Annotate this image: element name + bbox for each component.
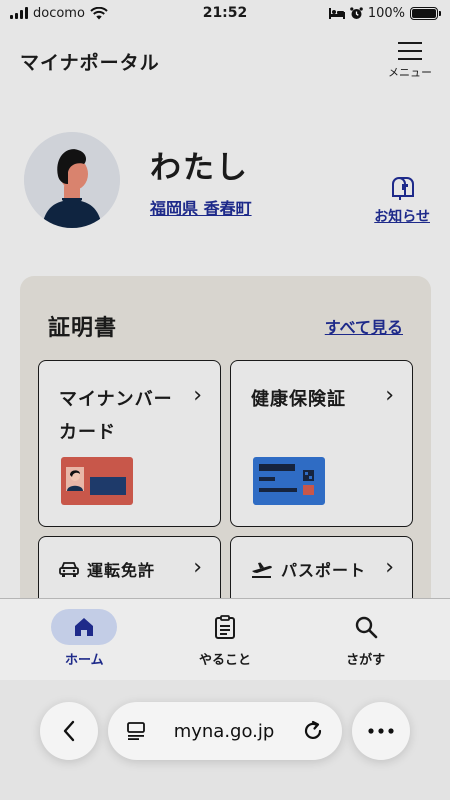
chevron-right-icon: ›: [193, 383, 202, 408]
signal-icon: [10, 7, 28, 19]
status-left: docomo: [10, 6, 108, 21]
chevron-right-icon: ›: [385, 383, 394, 408]
app-title: マイナポータル: [20, 51, 160, 74]
car-icon: [59, 562, 79, 577]
bottom-nav: ホーム やること さがす: [0, 598, 450, 680]
see-all-link[interactable]: すべて見る: [325, 314, 403, 338]
passport-label: パスポート: [281, 561, 367, 580]
region-link[interactable]: 福岡県 香春町: [150, 195, 252, 219]
mynumber-card-label-line2: カード: [59, 422, 116, 443]
health-insurance-card-icon: [253, 457, 325, 505]
search-icon: [355, 616, 377, 639]
nav-search[interactable]: さがす: [311, 599, 421, 680]
nav-todo[interactable]: やること: [170, 599, 280, 680]
notice-label: お知らせ: [374, 209, 430, 225]
mynumber-card-label: マイナンバー カード: [59, 383, 173, 449]
profile-info: わたし 福岡県 香春町: [150, 142, 374, 219]
mailbox-icon: [392, 177, 415, 200]
chevron-right-icon: ›: [193, 555, 202, 580]
avatar: [24, 132, 120, 228]
url-text[interactable]: myna.go.jp: [174, 721, 275, 742]
page-menu-icon[interactable]: [126, 722, 146, 740]
mynumber-card-icon: [61, 457, 133, 505]
health-insurance-tile[interactable]: 健康保険証 ›: [230, 360, 413, 527]
more-button[interactable]: [352, 702, 410, 760]
back-button[interactable]: [40, 702, 98, 760]
hamburger-icon: [398, 42, 422, 60]
nav-home-label: ホーム: [65, 653, 104, 668]
battery-fill: [412, 8, 436, 18]
clipboard-icon: [214, 615, 235, 639]
nav-search-icon-wrap: [333, 609, 399, 645]
certificates-header: 証明書 すべて見る: [48, 310, 403, 342]
certificates-title: 証明書: [48, 316, 118, 341]
nav-search-label: さがす: [346, 653, 386, 668]
avatar-illustration: [24, 132, 120, 228]
health-insurance-label: 健康保険証: [251, 389, 346, 410]
chevron-right-icon: ›: [385, 555, 394, 580]
nav-todo-label: やること: [198, 653, 251, 668]
chevron-left-icon: [63, 720, 75, 742]
more-dots-icon: [368, 728, 394, 734]
nav-home-icon-wrap: [51, 609, 118, 645]
browser-toolbar: myna.go.jp: [0, 680, 450, 800]
reload-icon[interactable]: [302, 720, 324, 742]
nav-todo-icon-wrap: [192, 609, 258, 645]
profile-section: わたし 福岡県 香春町 お知らせ: [24, 130, 430, 230]
battery-percent: 100%: [367, 5, 405, 21]
notice-button[interactable]: お知らせ: [374, 174, 430, 226]
status-bar: docomo 21:52 100%: [0, 0, 450, 26]
nav-home[interactable]: ホーム: [29, 599, 139, 680]
profile-name: わたし: [150, 149, 249, 186]
airplane-icon: [252, 562, 272, 578]
menu-label: メニュー: [388, 66, 432, 79]
menu-button[interactable]: メニュー: [388, 42, 432, 80]
mynumber-card-label-line1: マイナンバー: [59, 389, 173, 410]
certificates-panel: 証明書 すべて見る マイナンバー カード › 健康保険証 › 運転免許 › パス…: [20, 276, 431, 636]
status-right: 100%: [328, 5, 441, 21]
app-header: マイナポータル メニュー: [0, 36, 450, 86]
drivers-license-label: 運転免許: [87, 561, 156, 580]
home-icon: [75, 618, 94, 636]
address-bar[interactable]: myna.go.jp: [108, 702, 342, 760]
bed-icon: [328, 7, 345, 19]
battery-icon: [410, 6, 441, 20]
alarm-icon: [350, 6, 363, 19]
mynumber-card-tile[interactable]: マイナンバー カード ›: [38, 360, 221, 527]
carrier-name: docomo: [33, 5, 85, 21]
wifi-icon: [90, 6, 108, 19]
